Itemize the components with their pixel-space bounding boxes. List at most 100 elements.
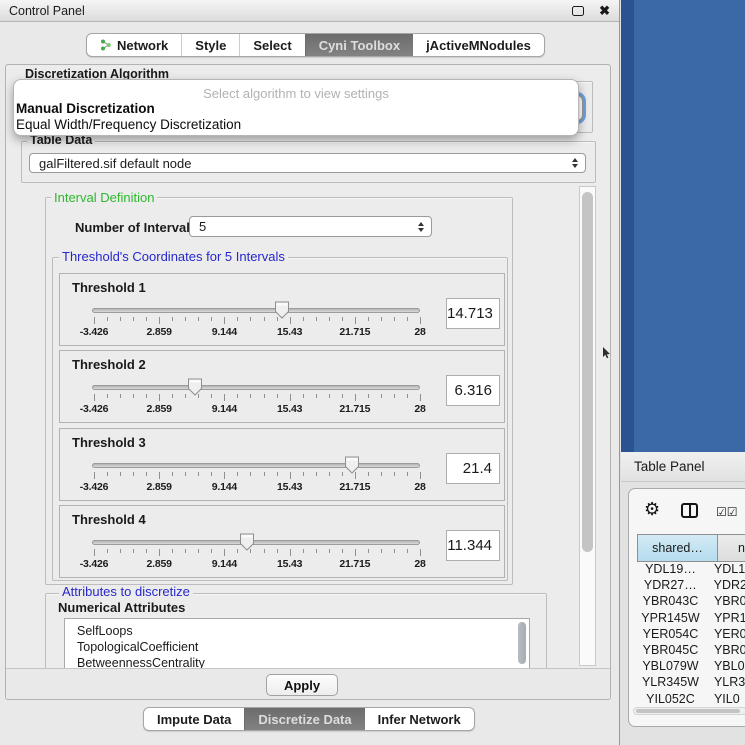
number-of-intervals-select[interactable]: 5 <box>189 216 432 237</box>
slider-tick <box>303 472 304 476</box>
table-cell[interactable]: YDR2 <box>704 578 745 594</box>
slider-scale-label: 21.715 <box>325 481 385 493</box>
threshold-value-field[interactable]: 11.344 <box>446 530 500 561</box>
float-panel-icon[interactable] <box>572 6 584 16</box>
threshold-slider-thumb[interactable] <box>274 301 290 319</box>
table-row[interactable]: YBR043CYBR0 <box>637 594 745 610</box>
table-cell[interactable]: YDL19… <box>637 562 704 578</box>
threshold-slider-track[interactable] <box>92 385 420 390</box>
threshold-slider-track[interactable] <box>92 540 420 545</box>
network-desktop: GAL80GALCGAL11GAL4GCY1HHAP2 <box>621 0 745 452</box>
table-row[interactable]: YER054CYER0 <box>637 627 745 643</box>
slider-tick <box>277 549 278 553</box>
table-row[interactable]: YBL079WYBL0 <box>637 659 745 675</box>
gear-icon[interactable]: ⚙ <box>644 500 660 518</box>
slider-tick <box>107 317 108 321</box>
table-row[interactable]: YIL052CYIL0 <box>637 692 745 705</box>
slider-scale-label: 28 <box>390 558 450 570</box>
horizontal-scrollbar[interactable] <box>633 707 745 715</box>
slider-tick <box>264 317 265 321</box>
tab-label: Network <box>117 38 168 53</box>
slider-tick <box>420 317 421 324</box>
slider-tick <box>394 549 395 553</box>
threshold-value-field[interactable]: 21.4 <box>446 453 500 484</box>
scrollbar-thumb[interactable] <box>582 192 593 552</box>
threshold-label: Threshold 1 <box>72 280 146 295</box>
tab-label: Impute Data <box>157 712 231 727</box>
tab-network[interactable]: Network <box>87 34 181 56</box>
slider-tick <box>94 549 95 556</box>
list-scrollbar[interactable] <box>518 622 526 664</box>
table-cell[interactable]: YBR0 <box>704 643 745 659</box>
threshold-slider-thumb[interactable] <box>344 456 360 474</box>
slider-tick <box>394 472 395 476</box>
table-cell[interactable]: YIL052C <box>637 692 704 705</box>
tab-jactivemnodules[interactable]: jActiveMNodules <box>413 34 544 56</box>
slider-scale-label: -3.426 <box>64 481 124 493</box>
slider-scale-label: 15.43 <box>260 403 320 415</box>
close-panel-icon[interactable]: ✖ <box>599 4 610 17</box>
table-row[interactable]: YLR345WYLR3 <box>637 675 745 691</box>
attribute-list-item[interactable]: TopologicalCoefficient <box>65 639 529 655</box>
attribute-list-item[interactable]: SelfLoops <box>65 619 529 639</box>
table-data-select[interactable]: galFiltered.sif default node <box>29 153 586 173</box>
threshold-slider-track[interactable] <box>92 308 420 313</box>
table-cell[interactable]: YDR27… <box>637 578 704 594</box>
slider-tick <box>329 317 330 321</box>
table-cell[interactable]: YDL1 <box>704 562 745 578</box>
table-cell[interactable]: YBR043C <box>637 594 704 610</box>
threshold-value-field[interactable]: 14.713 <box>446 298 500 329</box>
scrollbar-thumb[interactable] <box>636 709 740 713</box>
apply-button[interactable]: Apply <box>266 674 338 696</box>
columns-icon[interactable] <box>681 503 698 518</box>
slider-tick <box>394 394 395 398</box>
tab-style[interactable]: Style <box>181 34 239 56</box>
tab-cyni-toolbox[interactable]: Cyni Toolbox <box>305 34 413 56</box>
column-header-name[interactable]: n <box>717 534 745 562</box>
table-cell[interactable]: YIL0 <box>704 692 745 705</box>
tab-select[interactable]: Select <box>239 34 304 56</box>
table-row[interactable]: YDL19…YDL1 <box>637 562 745 578</box>
slider-tick <box>211 317 212 321</box>
table-row[interactable]: YDR27…YDR2 <box>637 578 745 594</box>
table-cell[interactable]: YLR3 <box>704 675 745 691</box>
table-cell[interactable]: YBR045C <box>637 643 704 659</box>
tab-label: Infer Network <box>378 712 461 727</box>
slider-tick <box>316 472 317 476</box>
table-cell[interactable]: YPR145W <box>637 611 704 627</box>
slider-tick <box>159 394 160 401</box>
column-header-shared-name[interactable]: shared… <box>637 534 718 562</box>
threshold-slider-thumb[interactable] <box>187 378 203 396</box>
table-cell[interactable]: YLR345W <box>637 675 704 691</box>
tab-infer-network[interactable]: Infer Network <box>365 708 474 730</box>
tab-impute-data[interactable]: Impute Data <box>144 708 244 730</box>
menu-item-equal-width-frequency[interactable]: Equal Width/Frequency Discretization <box>14 117 578 133</box>
threshold-slider-track[interactable] <box>92 463 420 468</box>
slider-tick <box>420 394 421 401</box>
slider-tick <box>264 549 265 553</box>
vertical-scrollbar[interactable] <box>579 186 596 666</box>
slider-tick <box>329 549 330 553</box>
slider-tick <box>185 549 186 553</box>
threshold-value-field[interactable]: 6.316 <box>446 375 500 406</box>
table-cell[interactable]: YER054C <box>637 627 704 643</box>
menu-item-manual-discretization[interactable]: Manual Discretization <box>14 101 578 117</box>
table-cell[interactable]: YBL079W <box>637 659 704 675</box>
slider-tick <box>316 394 317 398</box>
slider-tick <box>407 472 408 476</box>
tab-discretize-data[interactable]: Discretize Data <box>244 708 364 730</box>
select-columns-icon[interactable]: ☑☑ <box>716 505 738 519</box>
slider-tick <box>133 317 134 321</box>
table-cell[interactable]: YBR0 <box>704 594 745 610</box>
slider-scale-label: 2.859 <box>129 403 189 415</box>
table-cell[interactable]: YER0 <box>704 627 745 643</box>
threshold-slider-thumb[interactable] <box>239 533 255 551</box>
slider-tick <box>368 472 369 476</box>
table-row[interactable]: YBR045CYBR0 <box>637 643 745 659</box>
slider-tick <box>237 394 238 398</box>
table-cell[interactable]: YBL0 <box>704 659 745 675</box>
table-row[interactable]: YPR145WYPR1 <box>637 611 745 627</box>
threshold-box: Threshold 3-3.4262.8599.14415.4321.71528… <box>59 428 505 501</box>
attribute-list-item[interactable]: BetweennessCentrality <box>65 655 529 669</box>
table-cell[interactable]: YPR1 <box>704 611 745 627</box>
